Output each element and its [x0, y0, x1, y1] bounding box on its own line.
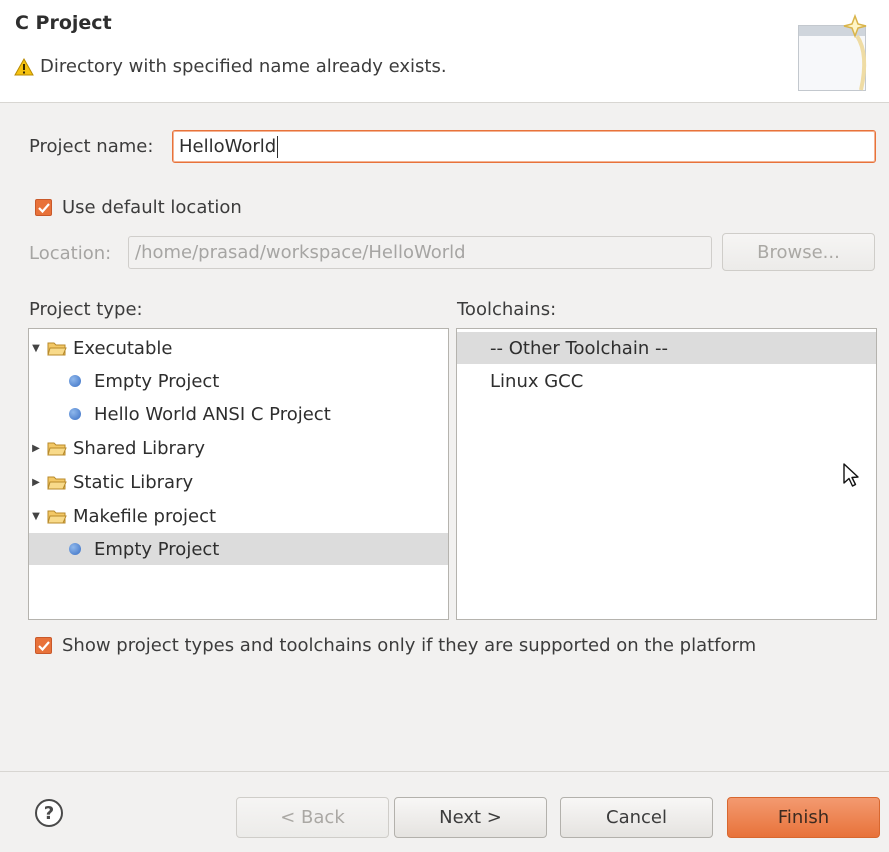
tree-item-label: Empty Project [94, 538, 220, 560]
project-template-icon [69, 408, 81, 420]
back-button[interactable]: < Back [236, 797, 389, 838]
footer-separator [0, 771, 889, 772]
wizard-banner-icon [795, 13, 875, 94]
toolchains-list[interactable]: -- Other Toolchain -- Linux GCC [456, 328, 877, 620]
collapsed-arrow-icon: ▶ [32, 442, 40, 454]
tree-item-makefile-project[interactable]: ▼ Makefile project [29, 500, 448, 532]
next-button[interactable]: Next > [394, 797, 547, 838]
show-supported-only-checkbox[interactable]: Show project types and toolchains only i… [35, 635, 756, 656]
project-name-value: HelloWorld [179, 136, 277, 157]
expanded-arrow-icon: ▼ [32, 342, 40, 354]
project-type-label: Project type: [29, 299, 143, 320]
checkbox-checked-icon [35, 637, 52, 654]
tree-item-label: Static Library [73, 471, 194, 493]
location-label: Location: [29, 243, 112, 264]
show-supported-only-label: Show project types and toolchains only i… [62, 635, 757, 656]
tree-item-executable[interactable]: ▼ Executable [29, 332, 448, 364]
use-default-location-label: Use default location [62, 197, 242, 218]
wizard-header: C Project Directory with specified name … [0, 0, 889, 103]
tree-item-makefile-empty-project[interactable]: Empty Project [29, 533, 448, 565]
help-icon[interactable]: ? [35, 799, 63, 827]
tree-item-label: Hello World ANSI C Project [94, 403, 331, 425]
project-name-input[interactable]: HelloWorld [172, 130, 876, 163]
folder-icon [47, 476, 67, 489]
toolchain-item-other[interactable]: -- Other Toolchain -- [457, 332, 876, 364]
tree-item-shared-library[interactable]: ▶ Shared Library [29, 432, 448, 464]
folder-open-icon [47, 342, 67, 355]
tree-item-label: Shared Library [73, 437, 206, 459]
folder-icon [47, 442, 67, 455]
wizard-message-text: Directory with specified name already ex… [40, 56, 447, 77]
browse-button[interactable]: Browse... [722, 233, 875, 271]
finish-button[interactable]: Finish [727, 797, 880, 838]
cancel-button[interactable]: Cancel [560, 797, 713, 838]
wizard-message: Directory with specified name already ex… [14, 56, 447, 77]
tree-item-label: Makefile project [73, 505, 217, 527]
folder-open-icon [47, 510, 67, 523]
toolchain-item-label: Linux GCC [490, 370, 584, 392]
toolchain-item-label: -- Other Toolchain -- [490, 337, 668, 359]
toolchain-item-linux-gcc[interactable]: Linux GCC [457, 365, 876, 397]
tree-item-label: Empty Project [94, 370, 220, 392]
checkbox-checked-icon [35, 199, 52, 216]
project-template-icon [69, 375, 81, 387]
location-input[interactable]: /home/prasad/workspace/HelloWorld [128, 236, 712, 269]
tree-item-empty-project[interactable]: Empty Project [29, 365, 448, 397]
project-name-label: Project name: [29, 136, 154, 157]
expanded-arrow-icon: ▼ [32, 510, 40, 522]
project-type-tree[interactable]: ▼ Executable Empty Project Hello World A… [28, 328, 449, 620]
text-caret [277, 135, 279, 158]
mouse-pointer-icon [843, 463, 859, 487]
tree-item-static-library[interactable]: ▶ Static Library [29, 466, 448, 498]
project-template-icon [69, 543, 81, 555]
collapsed-arrow-icon: ▶ [32, 476, 40, 488]
toolchains-label: Toolchains: [457, 299, 557, 320]
tree-item-label: Executable [73, 337, 173, 359]
tree-item-hello-world-ansi-c[interactable]: Hello World ANSI C Project [29, 398, 448, 430]
use-default-location-checkbox[interactable]: Use default location [35, 197, 242, 218]
warning-icon [14, 57, 34, 76]
wizard-title: C Project [15, 12, 112, 34]
location-value: /home/prasad/workspace/HelloWorld [135, 242, 466, 263]
